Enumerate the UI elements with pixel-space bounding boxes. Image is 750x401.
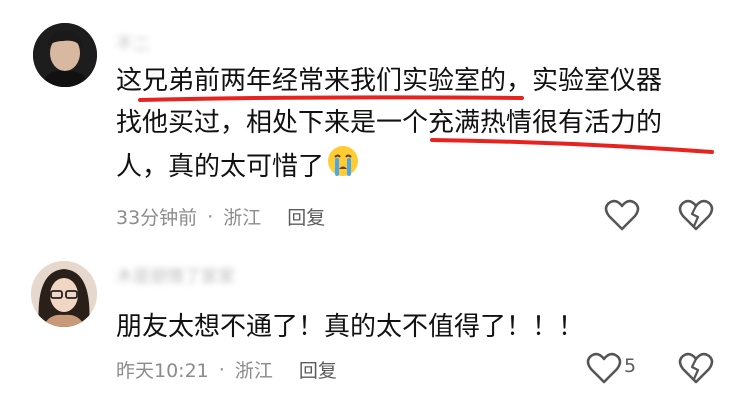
comment-line: 朋友太想不通了！真的太不值得了！！！ bbox=[116, 312, 585, 342]
avatar[interactable] bbox=[31, 261, 97, 327]
comment-location: 浙江 bbox=[234, 360, 273, 382]
dislike-icon[interactable] bbox=[678, 351, 714, 385]
username[interactable]: 木是朋情了家家 bbox=[116, 262, 235, 287]
reply-button[interactable]: 回复 bbox=[299, 356, 337, 383]
like-icon[interactable] bbox=[586, 351, 622, 385]
separator-dot: · bbox=[218, 358, 225, 381]
comment-time: 昨天10:21 bbox=[116, 360, 209, 382]
comment-item: 木是朋情了家家 朋友太想不通了！真的太不值得了！！！ 昨天10:21 · 浙江 回复 … bbox=[0, 0, 750, 401]
like-count: 5 bbox=[624, 355, 637, 377]
comment-meta: 昨天10:21 · 浙江 回复 bbox=[116, 356, 337, 383]
comment-text: 朋友太想不通了！真的太不值得了！！！ bbox=[116, 306, 726, 348]
